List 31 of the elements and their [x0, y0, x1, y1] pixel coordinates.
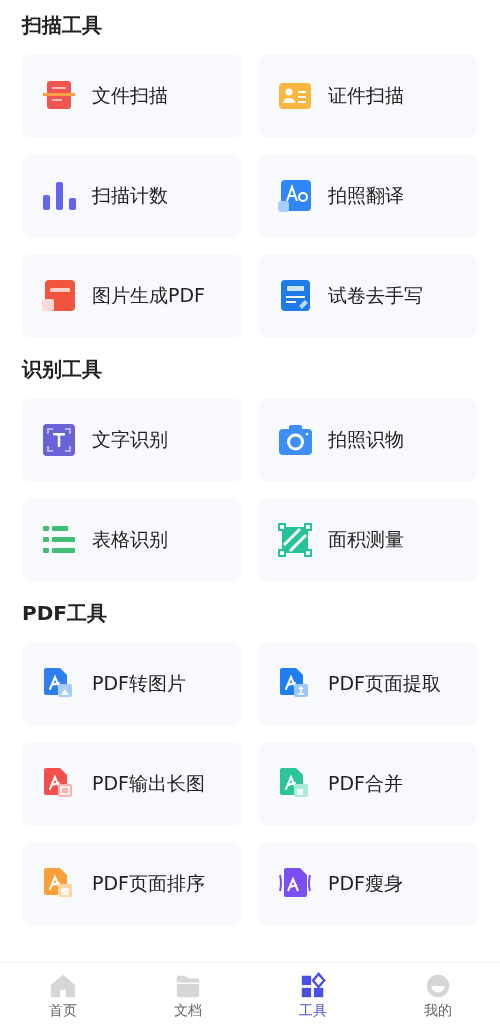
text-ocr-icon [42, 423, 76, 457]
area-icon [278, 523, 312, 557]
nav-tab[interactable]: 工具 [250, 963, 375, 1029]
tool-card[interactable]: 扫描计数 [22, 154, 242, 238]
tool-card[interactable]: PDF页面排序 [22, 842, 242, 926]
tool-card[interactable]: 文字识别 [22, 398, 242, 482]
section-title: 扫描工具 [22, 12, 103, 39]
tool-card[interactable]: PDF转图片 [22, 642, 242, 726]
tool-card[interactable]: 试卷去手写 [258, 254, 478, 338]
tool-card[interactable]: 表格识别 [22, 498, 242, 582]
tool-card[interactable]: 拍照识物 [258, 398, 478, 482]
bar-chart-icon [42, 179, 76, 213]
nav-tab[interactable]: 我的 [375, 963, 500, 1029]
tool-card[interactable]: 面积测量 [258, 498, 478, 582]
tool-card[interactable]: PDF页面提取 [258, 642, 478, 726]
home-icon [48, 972, 77, 1000]
pdf-image-icon [42, 279, 76, 313]
section-title: PDF工具 [22, 600, 108, 627]
camera-icon [278, 423, 312, 457]
tool-card[interactable]: PDF输出长图 [22, 742, 242, 826]
tool-card[interactable]: 证件扫描 [258, 54, 478, 138]
translate-icon [278, 179, 312, 213]
exam-icon [278, 279, 312, 313]
tool-card[interactable]: PDF合并 [258, 742, 478, 826]
tool-card[interactable]: 图片生成PDF [22, 254, 242, 338]
tool-card[interactable]: 文件扫描 [22, 54, 242, 138]
tool-card[interactable]: 拍照翻译 [258, 154, 478, 238]
tool-card[interactable]: PDF瘦身 [258, 842, 478, 926]
section-title: 识别工具 [22, 356, 103, 383]
nav-tab[interactable]: 文档 [125, 963, 250, 1029]
nav-tab[interactable]: 首页 [0, 963, 125, 1029]
